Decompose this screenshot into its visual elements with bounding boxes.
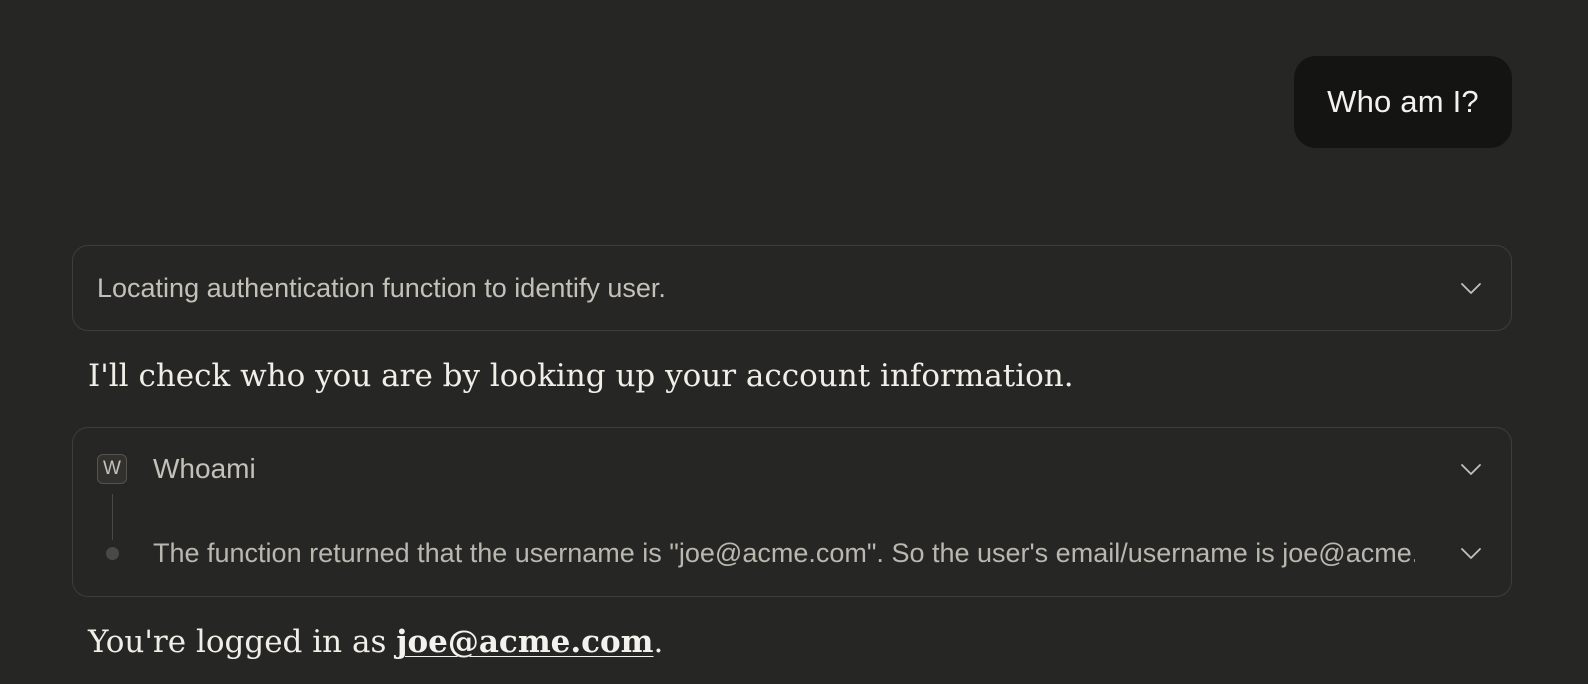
timeline-dot-icon [106,547,119,560]
final-prefix: You're logged in as [88,624,397,660]
chevron-down-icon[interactable] [1456,454,1486,484]
final-suffix: . [653,624,664,660]
tool-call-card: W Whoami The function returned that the … [72,427,1512,597]
assistant-message-final: You're logged in as joe@acme.com. [88,624,663,660]
tool-name[interactable]: Whoami [153,450,256,488]
tool-result-summary[interactable]: The function returned that the username … [153,534,1415,572]
user-message-bubble: Who am I? [1294,56,1512,148]
assistant-message-intro: I'll check who you are by looking up you… [88,358,1074,394]
timeline-connector [112,494,113,540]
email-link[interactable]: joe@acme.com [396,624,653,660]
user-message-text: Who am I? [1327,84,1479,119]
thinking-summary-text: Locating authentication function to iden… [97,273,666,303]
thinking-summary-card[interactable]: Locating authentication function to iden… [72,245,1512,331]
chevron-down-icon[interactable] [1456,538,1486,568]
tool-badge-icon: W [97,454,127,484]
chevron-down-icon[interactable] [1456,273,1486,303]
